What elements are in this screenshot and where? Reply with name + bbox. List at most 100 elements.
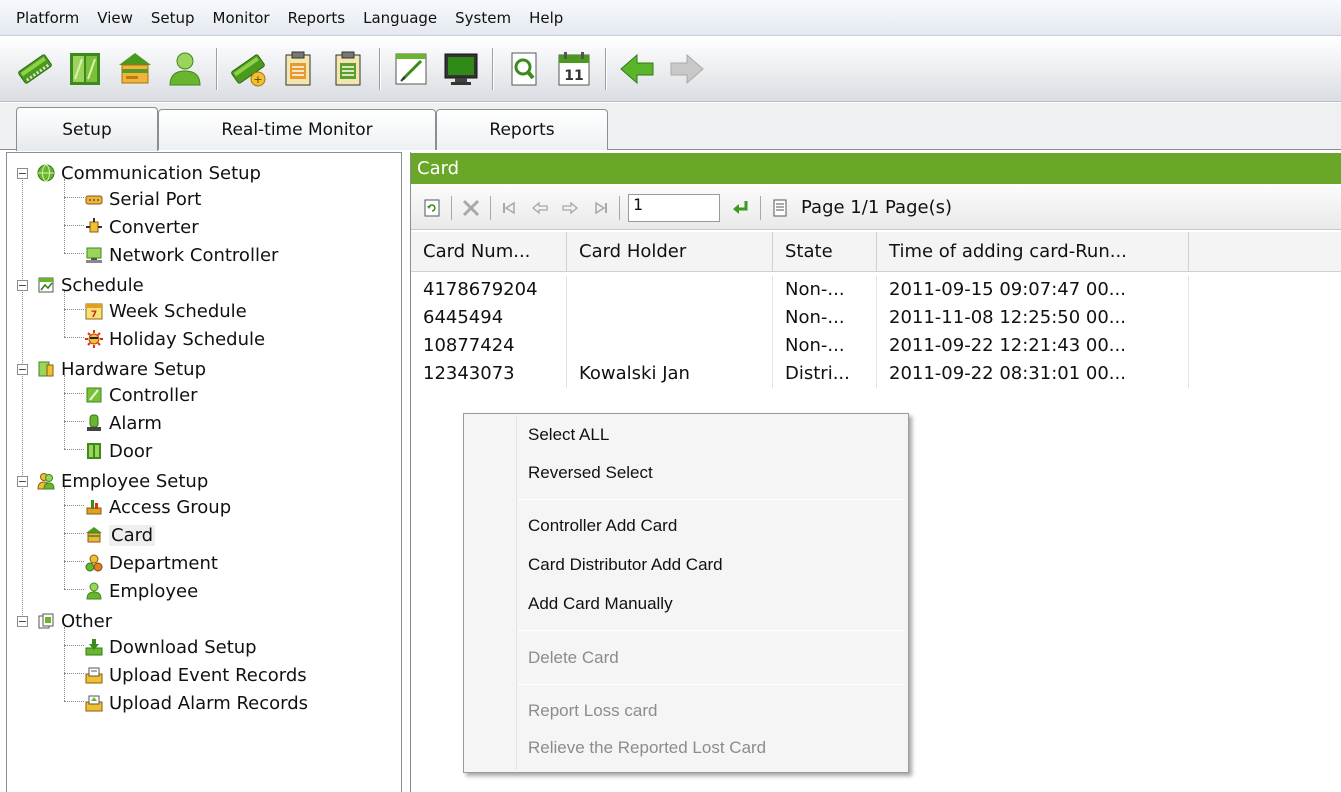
controller-card-icon[interactable]: [13, 47, 57, 91]
card-icon[interactable]: [113, 47, 157, 91]
controller-add-icon[interactable]: +: [226, 47, 270, 91]
toolbar-separator: [760, 195, 761, 220]
menu-item-relieve-lost-card: Relieve the Reported Lost Card: [528, 738, 767, 757]
menu-help[interactable]: Help: [519, 3, 571, 33]
collapse-toggle[interactable]: −: [17, 168, 28, 179]
panel-title: Card: [411, 153, 1341, 184]
cell-card-number: 6445494: [411, 304, 567, 332]
cell-card-holder: [567, 332, 773, 360]
context-menu: Select ALL Reversed Select Controller Ad…: [463, 413, 909, 773]
navigation-tree: − Communication Setup Serial Port Conver…: [6, 152, 402, 792]
network-controller-icon: [86, 247, 102, 263]
door-icon[interactable]: [63, 47, 107, 91]
tree-item-upload-alarm-records[interactable]: Upload Alarm Records: [85, 689, 308, 717]
collapse-toggle[interactable]: −: [17, 616, 28, 627]
tree-item-department[interactable]: Department: [85, 549, 218, 577]
collapse-toggle[interactable]: −: [17, 364, 28, 375]
report-icon[interactable]: [276, 47, 320, 91]
cell-card-number: 4178679204: [411, 276, 567, 304]
monitor-icon[interactable]: [439, 47, 483, 91]
main-tabs: Setup Real-time Monitor Reports: [0, 103, 1341, 151]
page-info-text: Page 1/1 Page(s): [801, 197, 952, 218]
menu-language[interactable]: Language: [353, 3, 445, 33]
column-header-state[interactable]: State: [773, 232, 877, 272]
menu-item-reversed-select[interactable]: Reversed Select: [528, 460, 653, 486]
menu-view[interactable]: View: [87, 3, 141, 33]
tree-item-converter[interactable]: Converter: [85, 213, 199, 241]
tree-item-week-schedule[interactable]: 7 Week Schedule: [85, 297, 247, 325]
table-row[interactable]: 4178679204 Non-... 2011-09-15 09:07:47 0…: [411, 276, 1189, 304]
tree-group-employee-setup[interactable]: Employee Setup: [37, 467, 208, 495]
menu-item-select-all[interactable]: Select ALL: [528, 422, 609, 448]
tree-item-upload-event-records[interactable]: Upload Event Records: [85, 661, 307, 689]
menu-bar: Platform View Setup Monitor Reports Lang…: [0, 0, 1341, 36]
tree-item-holiday-schedule[interactable]: Holiday Schedule: [85, 325, 265, 353]
menu-item-controller-add-card[interactable]: Controller Add Card: [528, 513, 677, 539]
menu-platform[interactable]: Platform: [6, 3, 87, 33]
cell-time-added: 2011-09-15 09:07:47 00...: [877, 276, 1189, 304]
table-row[interactable]: 12343073 Kowalski Jan Distri... 2011-09-…: [411, 360, 1189, 388]
tree-group-other[interactable]: Other: [37, 607, 112, 635]
menu-item-add-card-manually[interactable]: Add Card Manually: [528, 591, 673, 617]
menu-item-card-distributor-add-card[interactable]: Card Distributor Add Card: [528, 552, 723, 578]
cell-time-added: 2011-11-08 12:25:50 00...: [877, 304, 1189, 332]
tab-setup[interactable]: Setup: [16, 107, 158, 151]
cell-card-number: 12343073: [411, 360, 567, 388]
cell-card-holder: [567, 276, 773, 304]
toolbar-separator: [492, 48, 493, 90]
tree-item-door[interactable]: Door: [85, 437, 152, 465]
person-icon: [86, 582, 102, 600]
collapse-toggle[interactable]: −: [17, 280, 28, 291]
edit-icon[interactable]: [389, 47, 433, 91]
go-page-icon[interactable]: [730, 197, 752, 219]
column-header-time-added[interactable]: Time of adding card-Run...: [877, 232, 1189, 272]
tab-reports[interactable]: Reports: [436, 109, 608, 150]
calendar-icon[interactable]: 11: [552, 47, 596, 91]
table-row[interactable]: 6445494 Non-... 2011-11-08 12:25:50 00..…: [411, 304, 1189, 332]
tree-group-hardware-setup[interactable]: Hardware Setup: [37, 355, 206, 383]
cell-time-added: 2011-09-22 08:31:01 00...: [877, 360, 1189, 388]
page-info-icon: [769, 197, 791, 219]
tree-item-card[interactable]: Card: [85, 521, 156, 549]
toolbar-separator: [490, 195, 491, 220]
department-icon: [85, 554, 103, 572]
menu-monitor[interactable]: Monitor: [203, 3, 278, 33]
cell-state: Non-...: [773, 304, 877, 332]
toolbar-separator: [451, 195, 452, 220]
back-arrow-icon[interactable]: [615, 47, 659, 91]
access-group-icon: [86, 500, 102, 515]
collapse-toggle[interactable]: −: [17, 476, 28, 487]
column-header-card-number[interactable]: Card Num...: [411, 232, 567, 272]
page-number-input[interactable]: 1: [628, 193, 720, 222]
tree-item-alarm[interactable]: Alarm: [85, 409, 162, 437]
tab-real-time-monitor[interactable]: Real-time Monitor: [158, 109, 436, 150]
refresh-icon[interactable]: [421, 197, 443, 219]
serial-port-icon: [85, 195, 103, 205]
toolbar-separator: [605, 48, 606, 90]
door-small-icon: [87, 443, 101, 459]
tree-item-access-group[interactable]: Access Group: [85, 493, 231, 521]
table-row[interactable]: 10877424 Non-... 2011-09-22 12:21:43 00.…: [411, 332, 1189, 360]
menu-separator: [518, 630, 904, 631]
cell-state: Non-...: [773, 332, 877, 360]
tree-item-employee[interactable]: Employee: [85, 577, 198, 605]
toolbar-separator: [216, 48, 217, 90]
column-header-card-holder[interactable]: Card Holder: [567, 232, 773, 272]
report2-icon[interactable]: [326, 47, 370, 91]
prev-page-icon: [529, 197, 551, 219]
upload-alarm-icon: [85, 695, 103, 712]
tree-group-communication-setup[interactable]: Communication Setup: [37, 159, 261, 187]
tree-item-controller[interactable]: Controller: [85, 381, 198, 409]
employee-icon[interactable]: [163, 47, 207, 91]
tree-group-schedule[interactable]: Schedule: [37, 271, 144, 299]
menu-separator: [518, 499, 904, 500]
menu-setup[interactable]: Setup: [141, 3, 203, 33]
tree-item-network-controller[interactable]: Network Controller: [85, 241, 278, 269]
week-calendar-icon: 7: [85, 303, 103, 320]
tree-item-download-setup[interactable]: Download Setup: [85, 633, 257, 661]
svg-text:7: 7: [91, 310, 97, 320]
menu-system[interactable]: System: [445, 3, 519, 33]
menu-reports[interactable]: Reports: [278, 3, 354, 33]
tree-item-serial-port[interactable]: Serial Port: [85, 185, 201, 213]
search-doc-icon[interactable]: [502, 47, 546, 91]
